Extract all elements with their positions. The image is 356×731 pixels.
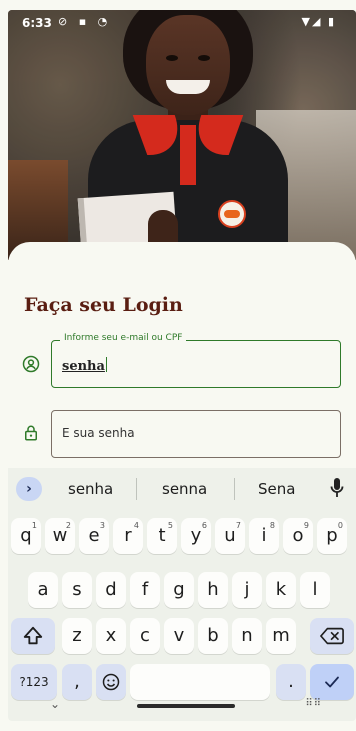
key-i[interactable]: i8	[249, 518, 279, 554]
key-p[interactable]: p0	[317, 518, 347, 554]
check-icon	[325, 676, 339, 688]
expand-chevron-icon[interactable]: ›	[16, 477, 42, 501]
key-number: 9	[303, 521, 309, 530]
backspace-key[interactable]	[310, 618, 354, 654]
key-m[interactable]: m	[266, 618, 296, 654]
key-c[interactable]: c	[130, 618, 160, 654]
text-cursor	[105, 357, 108, 372]
email-field[interactable]: Informe seu e-mail ou CPF senha	[51, 333, 341, 388]
key-label: u	[224, 525, 236, 546]
key-number: 2	[65, 521, 71, 530]
key-s[interactable]: s	[62, 572, 92, 608]
key-e[interactable]: e3	[79, 518, 109, 554]
key-label: o	[292, 525, 304, 546]
navigation-bar: ⌄ ⠿⠿	[8, 693, 356, 721]
key-t[interactable]: t5	[147, 518, 177, 554]
key-label: p	[326, 525, 338, 546]
emoji-icon	[102, 673, 120, 691]
key-u[interactable]: u7	[215, 518, 245, 554]
page-title: Faça seu Login	[24, 294, 183, 316]
key-v[interactable]: v	[164, 618, 194, 654]
key-b[interactable]: b	[198, 618, 228, 654]
key-number: 4	[133, 521, 139, 530]
key-g[interactable]: g	[164, 572, 194, 608]
divider	[136, 478, 137, 500]
suggestion-2[interactable]: senna	[162, 480, 207, 498]
shift-key[interactable]	[11, 618, 55, 654]
email-field-label: Informe seu e-mail ou CPF	[60, 333, 187, 343]
key-l[interactable]: l	[300, 572, 330, 608]
eye	[198, 55, 210, 61]
key-q[interactable]: q1	[11, 518, 41, 554]
status-system-icons: ▼◢ ▮	[301, 15, 336, 28]
login-sheet: Faça seu Login Informe seu e-mail ou CPF…	[8, 242, 356, 482]
employee-photo	[68, 10, 308, 260]
lock-icon	[25, 425, 37, 441]
key-number: 0	[337, 521, 343, 530]
key-number: 8	[269, 521, 275, 530]
email-field-text: senha	[62, 359, 105, 374]
password-field[interactable]: E sua senha	[51, 410, 341, 458]
hide-keyboard-chevron-icon[interactable]: ⌄	[50, 697, 60, 711]
key-o[interactable]: o9	[283, 518, 313, 554]
key-r[interactable]: r4	[113, 518, 143, 554]
status-bar: 6:33 ⊘ ▪ ◔ ▼◢ ▮	[8, 10, 356, 34]
suggestion-strip: › senha senna Sena	[8, 468, 356, 506]
suggestion-3[interactable]: Sena	[258, 480, 295, 498]
shift-arrow-icon	[23, 626, 43, 645]
suggestion-1[interactable]: senha	[68, 480, 113, 498]
key-f[interactable]: f	[130, 572, 160, 608]
logo-badge-icon	[218, 200, 246, 228]
key-n[interactable]: n	[232, 618, 262, 654]
on-screen-keyboard: › senha senna Sena q1 w2 e3 r4 t5 y6 u7 …	[8, 468, 356, 721]
key-label: i	[261, 525, 267, 546]
shirt-placket	[180, 125, 196, 185]
microphone-icon[interactable]	[330, 477, 344, 499]
key-number: 7	[235, 521, 241, 530]
key-number: 3	[99, 521, 105, 530]
key-number: 1	[31, 521, 37, 530]
key-label: r	[124, 525, 132, 546]
key-j[interactable]: j	[232, 572, 262, 608]
key-number: 6	[201, 521, 207, 530]
key-z[interactable]: z	[62, 618, 92, 654]
key-h[interactable]: h	[198, 572, 228, 608]
key-k[interactable]: k	[266, 572, 296, 608]
key-label: q	[20, 525, 32, 546]
user-circle-icon	[22, 355, 40, 373]
key-label: y	[190, 525, 202, 546]
key-a[interactable]: a	[28, 572, 58, 608]
keyboard-switch-icon[interactable]: ⠿⠿	[305, 698, 322, 709]
key-label: t	[158, 525, 166, 546]
key-number: 5	[167, 521, 173, 530]
key-label: e	[88, 525, 100, 546]
home-gesture-bar[interactable]	[137, 704, 235, 708]
hero-photo	[8, 10, 356, 260]
key-y[interactable]: y6	[181, 518, 211, 554]
key-w[interactable]: w2	[45, 518, 75, 554]
status-notification-icons: ⊘ ▪ ◔	[58, 15, 112, 28]
status-time: 6:33	[22, 16, 52, 30]
email-field-value: senha	[62, 357, 108, 374]
key-x[interactable]: x	[96, 618, 126, 654]
eye	[166, 55, 178, 61]
password-placeholder: E sua senha	[62, 426, 135, 440]
app-screen: 6:33 ⊘ ▪ ◔ ▼◢ ▮ Faça seu Login Informe s…	[8, 10, 356, 721]
divider	[234, 478, 235, 500]
backspace-icon	[320, 627, 344, 645]
key-d[interactable]: d	[96, 572, 126, 608]
